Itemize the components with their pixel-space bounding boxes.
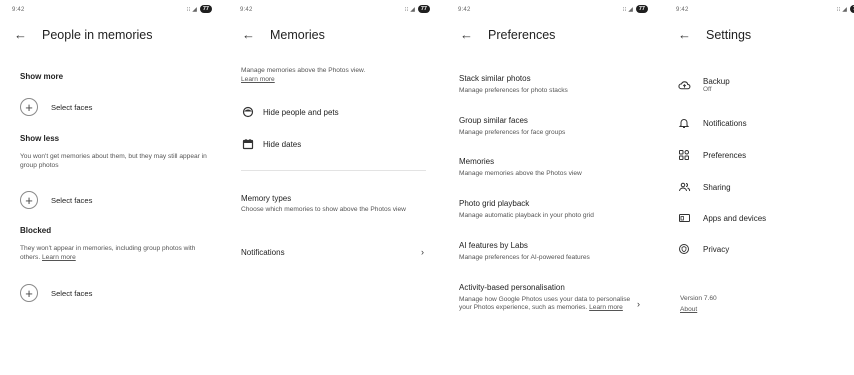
status-bar: 9:42 ⁝⁝ ◢ 77 — [446, 0, 654, 18]
status-time: 9:42 — [676, 7, 689, 13]
back-arrow-icon[interactable]: ← — [14, 27, 27, 42]
learn-more-link[interactable]: Learn more — [42, 254, 76, 261]
blocked-description: They won't appear in memories, including… — [20, 245, 196, 261]
back-arrow-icon[interactable]: ← — [460, 27, 473, 42]
page-title: People in memories — [42, 28, 153, 42]
settings-screen: 9:42 ⁝⁝ ◢ 77 ← Settings Backup Off Notif… — [664, 0, 854, 375]
settings-item-backup[interactable]: Backup Off — [677, 77, 730, 93]
signal-icon: ⁝⁝ ◢ — [622, 6, 633, 13]
people-sharing-icon — [677, 180, 691, 194]
devices-icon — [677, 211, 691, 225]
signal-icon: ⁝⁝ ◢ — [186, 6, 197, 13]
learn-more-link[interactable]: Learn more — [589, 304, 623, 311]
signal-icon: ⁝⁝ ◢ — [404, 6, 415, 13]
show-less-heading: Show less — [20, 134, 60, 143]
show-more-select-faces-button[interactable]: + Select faces — [20, 98, 92, 116]
signal-icon: ⁝⁝ ◢ — [836, 6, 847, 13]
status-time: 9:42 — [240, 7, 253, 13]
settings-item-notifications[interactable]: Notifications — [677, 116, 747, 130]
calendar-icon — [241, 137, 255, 151]
app-bar: ← Settings — [664, 24, 854, 48]
about-link[interactable]: About — [680, 306, 697, 313]
people-in-memories-screen: 9:42 ⁝⁝ ◢ 77 ← People in memories Show m… — [0, 0, 218, 375]
plus-icon: + — [20, 98, 38, 116]
version-label: Version 7.60 — [680, 295, 717, 302]
app-bar: ← People in memories — [0, 24, 218, 48]
back-arrow-icon[interactable]: ← — [678, 27, 691, 42]
blocked-heading: Blocked — [20, 226, 52, 235]
app-bar: ← Memories — [228, 24, 436, 48]
app-bar: ← Preferences — [446, 24, 654, 48]
divider — [241, 170, 426, 171]
cloud-backup-icon — [677, 78, 691, 92]
status-time: 9:42 — [458, 7, 471, 13]
page-title: Preferences — [488, 28, 556, 42]
bell-icon — [677, 116, 691, 130]
settings-item-apps-and-devices[interactable]: Apps and devices — [677, 211, 766, 225]
privacy-shield-icon — [677, 242, 691, 256]
battery-icon: 77 — [849, 5, 854, 13]
blocked-select-faces-button[interactable]: + Select faces — [20, 284, 92, 302]
preferences-grid-icon — [677, 148, 691, 162]
hide-people-and-pets-item[interactable]: Hide people and pets — [241, 105, 339, 119]
show-less-select-faces-button[interactable]: + Select faces — [20, 191, 92, 209]
battery-icon: 77 — [417, 5, 430, 13]
back-arrow-icon[interactable]: ← — [242, 27, 255, 42]
plus-icon: + — [20, 284, 38, 302]
status-time: 9:42 — [12, 7, 25, 13]
settings-item-sharing[interactable]: Sharing — [677, 180, 731, 194]
show-less-description: You won't get memories about them, but t… — [20, 153, 207, 169]
preferences-screen: 9:42 ⁝⁝ ◢ 77 ← Preferences Stack similar… — [446, 0, 654, 375]
status-bar: 9:42 ⁝⁝ ◢ 77 — [664, 0, 854, 18]
memories-intro: Manage memories above the Photos view. L… — [241, 67, 366, 83]
status-bar: 9:42 ⁝⁝ ◢ 77 — [0, 0, 218, 18]
hide-dates-item[interactable]: Hide dates — [241, 137, 301, 151]
plus-icon: + — [20, 191, 38, 209]
chevron-right-icon: › — [637, 299, 640, 309]
battery-icon: 77 — [199, 5, 212, 13]
settings-item-preferences[interactable]: Preferences — [677, 148, 746, 162]
page-title: Settings — [706, 28, 752, 42]
page-title: Memories — [270, 28, 325, 42]
learn-more-link[interactable]: Learn more — [241, 76, 275, 83]
memories-screen: 9:42 ⁝⁝ ◢ 77 ← Memories Manage memories … — [228, 0, 436, 375]
status-bar: 9:42 ⁝⁝ ◢ 77 — [228, 0, 436, 18]
chevron-right-icon: › — [421, 247, 424, 257]
settings-item-privacy[interactable]: Privacy — [677, 242, 729, 256]
battery-icon: 77 — [635, 5, 648, 13]
show-more-heading: Show more — [20, 72, 64, 81]
face-icon — [241, 105, 255, 119]
